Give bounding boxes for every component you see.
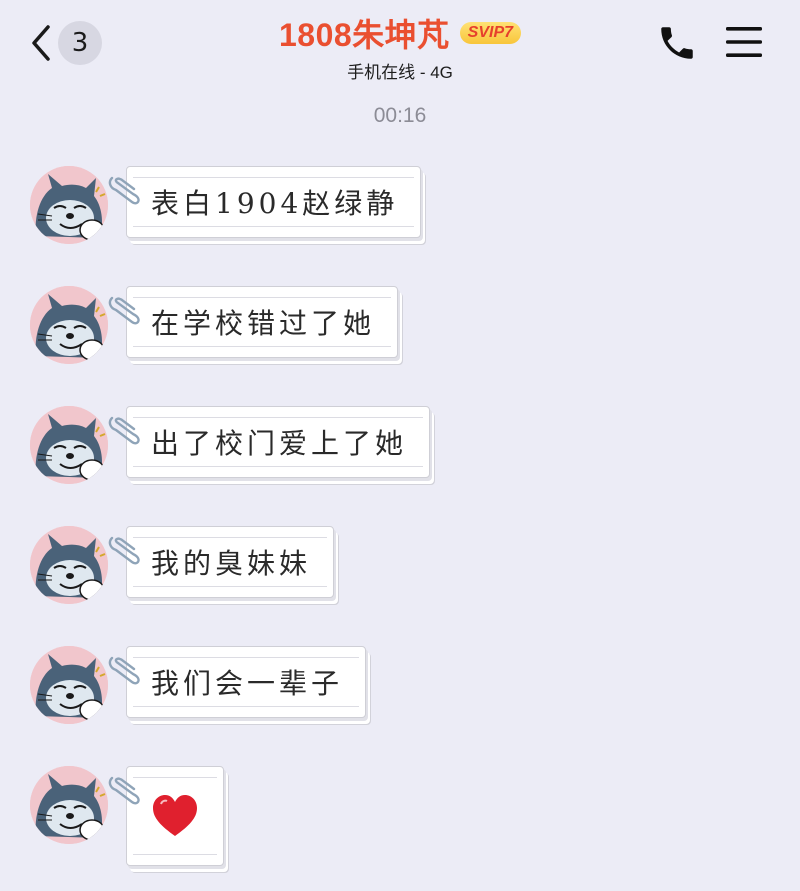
paperclip-icon [106,772,142,806]
paperclip-icon [106,292,142,326]
phone-icon[interactable] [656,22,698,64]
hamburger-menu-icon[interactable] [722,22,766,62]
message-text: 在学校错过了她 [151,307,376,340]
message-timestamp: 00:16 [373,104,427,127]
message-bubble[interactable]: 我们会一辈子 [126,646,367,718]
paperclip-icon [106,652,142,686]
message-bubble[interactable]: 表白1904赵绿静 [126,166,422,238]
message-bubble[interactable]: 出了校门爱上了她 [126,406,431,478]
message-text: 我的臭妹妹 [151,547,312,580]
contact-avatar[interactable] [30,526,108,604]
red-heart-icon [151,794,199,838]
message-bubble[interactable]: 我的臭妹妹 [126,526,335,598]
paperclip-icon [106,532,142,566]
paperclip-icon [106,412,142,446]
contact-avatar[interactable] [30,286,108,364]
message-text: 出了校门爱上了她 [151,427,408,460]
paperclip-icon [106,172,142,206]
contact-avatar[interactable] [30,406,108,484]
contact-name[interactable]: 1808朱坤芃 [279,10,450,56]
message-text: 表白1904赵绿静 [151,187,399,220]
contact-avatar[interactable] [30,166,108,244]
chat-header: 3 1808朱坤芃 SVIP7 手机在线 - 4G [0,0,800,90]
contact-avatar[interactable] [30,766,108,844]
vip-badge: SVIP7 [459,22,522,44]
message-text: 我们会一辈子 [151,667,344,700]
message-bubble[interactable]: 在学校错过了她 [126,286,399,358]
contact-avatar[interactable] [30,646,108,724]
